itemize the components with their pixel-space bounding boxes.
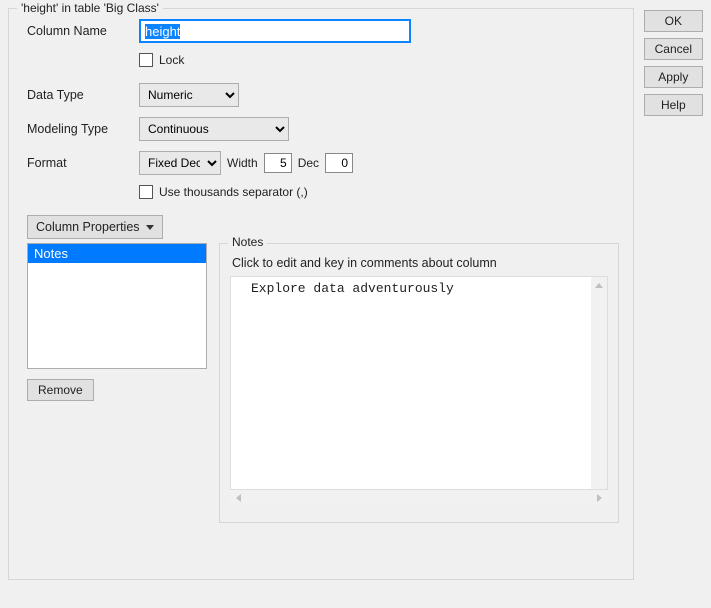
notes-panel-title: Notes [228,235,267,249]
column-properties-label: Column Properties [36,220,140,234]
ok-button[interactable]: OK [644,10,703,32]
data-type-select[interactable]: Numeric [139,83,239,107]
scroll-up-icon [595,283,603,288]
help-button[interactable]: Help [644,94,703,116]
scroll-left-icon [236,494,241,502]
apply-button[interactable]: Apply [644,66,703,88]
properties-list[interactable]: Notes [27,243,207,369]
caret-down-icon [146,225,154,230]
vertical-scrollbar[interactable] [591,277,607,489]
remove-button[interactable]: Remove [27,379,94,401]
cancel-button[interactable]: Cancel [644,38,703,60]
thousands-separator-checkbox[interactable] [139,185,153,199]
format-label: Format [27,156,139,170]
notes-hint: Click to edit and key in comments about … [232,256,608,270]
thousands-separator-label: Use thousands separator (,) [159,185,308,199]
fieldset-title: 'height' in table 'Big Class' [17,1,163,15]
notes-editor[interactable]: Explore data adventurously [230,276,608,490]
dec-label: Dec [298,156,319,170]
data-type-label: Data Type [27,88,139,102]
notes-content: Explore data adventurously [239,281,454,296]
lock-checkbox[interactable] [139,53,153,67]
action-buttons: OK Cancel Apply Help [644,10,703,116]
column-name-input[interactable] [139,19,411,43]
notes-panel: Notes Click to edit and key in comments … [219,243,619,523]
width-input[interactable] [264,153,292,173]
scroll-right-icon [597,494,602,502]
dec-input[interactable] [325,153,353,173]
horizontal-scrollbar[interactable] [230,490,608,506]
format-type-select[interactable]: Fixed Dec [139,151,221,175]
width-label: Width [227,156,258,170]
column-properties-dropdown[interactable]: Column Properties [27,215,163,239]
column-info-fieldset: 'height' in table 'Big Class' Column Nam… [8,8,634,580]
column-name-label: Column Name [27,24,139,38]
lock-label: Lock [159,53,184,67]
property-item-notes[interactable]: Notes [28,244,206,263]
modeling-type-label: Modeling Type [27,122,139,136]
modeling-type-select[interactable]: Continuous [139,117,289,141]
